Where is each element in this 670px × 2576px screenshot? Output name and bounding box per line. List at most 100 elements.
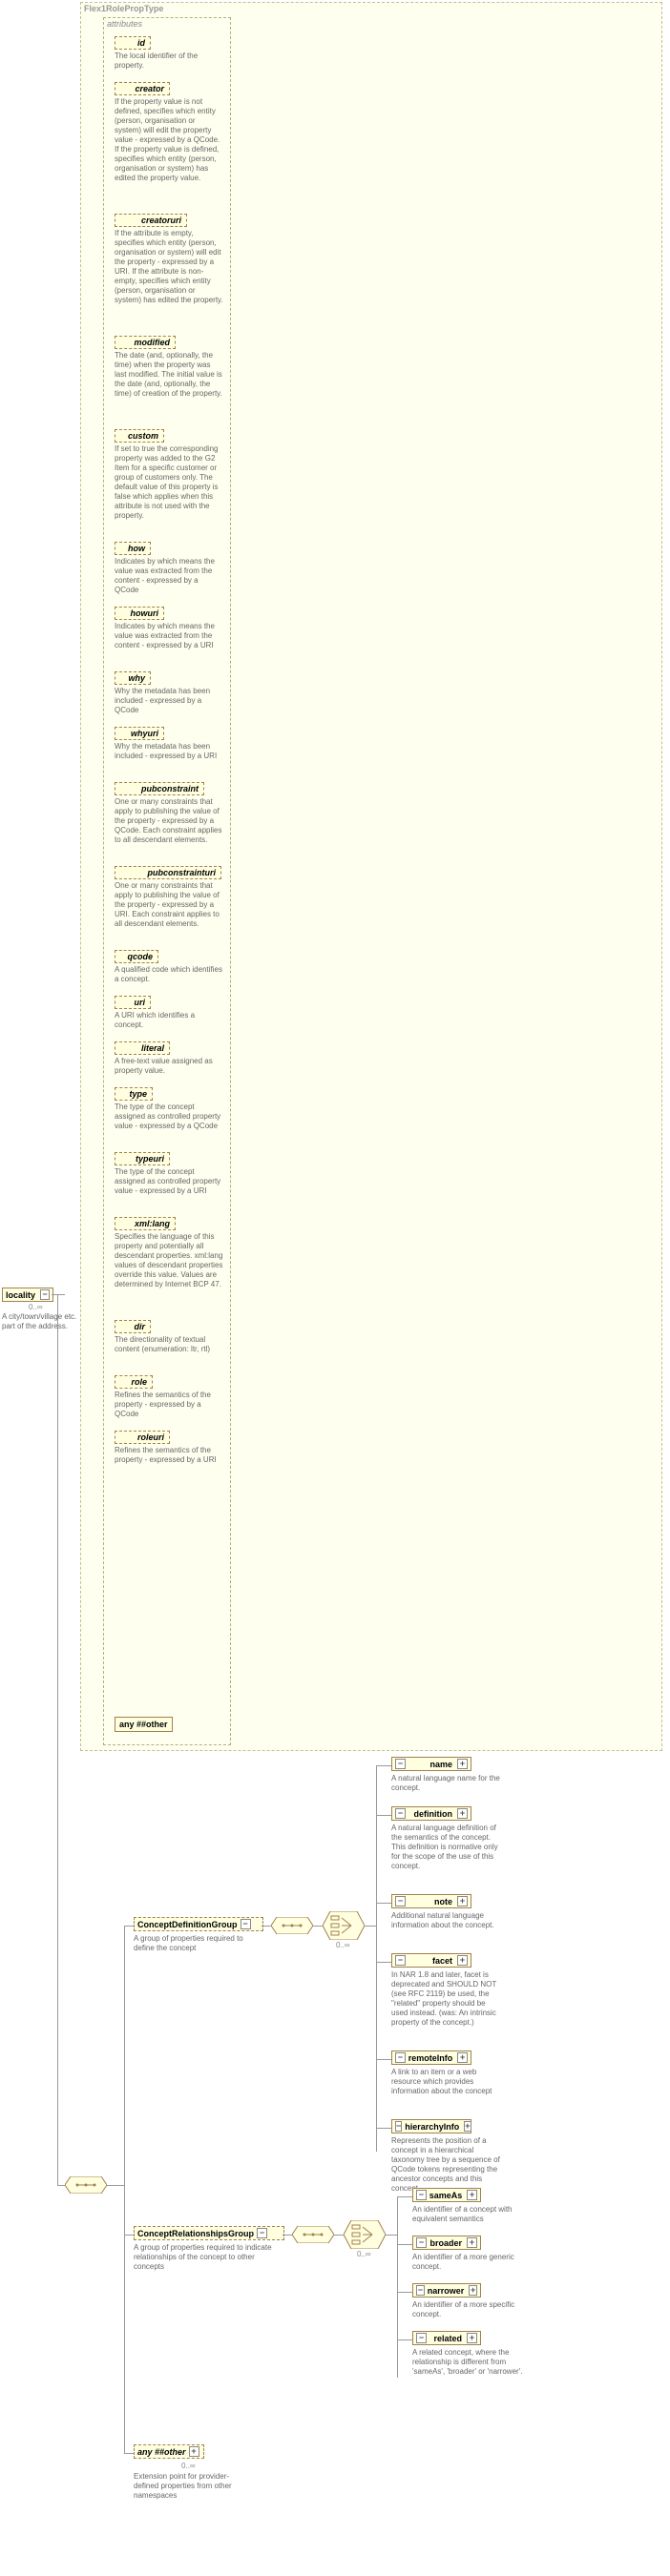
any-other-occ: 0..∞: [181, 2462, 196, 2470]
attr-label: modified: [135, 338, 171, 347]
element-remoteInfo: −remoteInfo+: [391, 2050, 471, 2065]
expand-icon[interactable]: −: [40, 1289, 50, 1300]
attr-desc: The type of the concept assigned as cont…: [115, 1167, 223, 1196]
group-concept-definition: ConceptDefinitionGroup−: [134, 1917, 263, 1931]
expand-icon[interactable]: +: [467, 2237, 477, 2248]
el-desc: A related concept, where the relationshi…: [412, 2348, 525, 2377]
expand-icon[interactable]: +: [467, 2333, 477, 2343]
attr-label: why: [128, 673, 145, 683]
element-sameAs: −sameAs +: [412, 2188, 481, 2202]
locality-desc: A city/town/village etc. part of the add…: [2, 1312, 78, 1331]
attr-whyuri: whyuri: [115, 727, 164, 740]
attr-label: pubconstrainturi: [148, 868, 217, 877]
el-desc: An identifier of a more generic concept.: [412, 2253, 525, 2272]
expand-icon[interactable]: −: [257, 2228, 267, 2238]
collapse-icon[interactable]: −: [395, 1808, 406, 1819]
expand-icon[interactable]: +: [457, 1808, 468, 1819]
attr-desc: If the attribute is empty, specifies whi…: [115, 229, 223, 305]
el-desc: Represents the position of a concept in …: [391, 2136, 504, 2194]
attr-typeuri: typeuri: [115, 1152, 170, 1165]
any-other-label: any ##other: [137, 2447, 186, 2457]
attr-pubconstraint: pubconstraint: [115, 782, 204, 795]
attr-uri: uri: [115, 996, 151, 1009]
attr-creatoruri: creatoruri: [115, 214, 187, 227]
collapse-icon[interactable]: −: [395, 2052, 406, 2063]
el-label: definition: [414, 1809, 453, 1819]
expand-icon[interactable]: +: [467, 2190, 477, 2200]
element-narrower: −narrower +: [412, 2283, 481, 2298]
el-label: narrower: [428, 2286, 465, 2296]
el-desc: In NAR 1.8 and later, facet is deprecate…: [391, 1970, 504, 2028]
cdg-desc: A group of properties required to define…: [134, 1934, 262, 1953]
attr-qcode: qcode: [115, 950, 158, 963]
expand-icon[interactable]: +: [189, 2446, 199, 2457]
expand-icon[interactable]: +: [457, 1955, 468, 1966]
expand-icon[interactable]: −: [241, 1919, 251, 1929]
attr-desc: A free-text value assigned as property v…: [115, 1057, 223, 1076]
el-desc: A natural language definition of the sem…: [391, 1824, 504, 1871]
el-label: hierarchyInfo: [405, 2122, 459, 2132]
crg-label: ConceptRelationshipsGroup: [137, 2229, 254, 2238]
cdg-choice-occ: 0..∞: [336, 1941, 350, 1949]
collapse-icon[interactable]: −: [416, 2237, 427, 2248]
sequence-crg: [292, 2226, 334, 2243]
attr-id: id: [115, 36, 151, 50]
attr-desc: If the property value is not defined, sp…: [115, 97, 223, 183]
attr-desc: Why the metadata has been included - exp…: [115, 742, 223, 761]
el-label: broader: [429, 2238, 462, 2248]
attr-label: dir: [134, 1322, 145, 1331]
attr-why: why: [115, 671, 151, 685]
attr-label: creatoruri: [141, 216, 181, 225]
attr-type: type: [115, 1087, 153, 1101]
attr-custom: custom: [115, 429, 164, 443]
el-desc: A natural language name for the concept.: [391, 1774, 504, 1793]
attr-dir: dir: [115, 1320, 151, 1333]
attr-roleuri: roleuri: [115, 1431, 170, 1444]
attr-label: pubconstraint: [141, 784, 199, 793]
collapse-icon[interactable]: −: [395, 1759, 406, 1769]
collapse-icon[interactable]: −: [395, 2121, 402, 2132]
attr-creator: creator: [115, 82, 170, 95]
el-label: sameAs: [429, 2191, 463, 2200]
attr-role: role: [115, 1375, 153, 1389]
element-note: −note+: [391, 1894, 471, 1908]
expand-icon[interactable]: +: [464, 2121, 471, 2132]
attr-pubconstrainturi: pubconstrainturi: [115, 866, 221, 879]
attr-label: qcode: [127, 952, 153, 961]
collapse-icon[interactable]: −: [395, 1955, 406, 1966]
collapse-icon[interactable]: −: [416, 2333, 427, 2343]
collapse-icon[interactable]: −: [416, 2285, 425, 2296]
attr-modified: modified: [115, 336, 176, 349]
attr-desc: Indicates by which means the value was e…: [115, 557, 223, 595]
attr-group-label: attributes: [107, 19, 142, 29]
el-desc: An identifier of a concept with equivale…: [412, 2205, 525, 2224]
sequence-cdg: [271, 1917, 313, 1934]
expand-icon[interactable]: +: [457, 1896, 468, 1906]
element-name: −name+: [391, 1757, 471, 1771]
crg-choice-occ: 0..∞: [357, 2250, 371, 2258]
attr-desc: The date (and, optionally, the time) whe…: [115, 351, 223, 399]
expand-icon[interactable]: +: [457, 2052, 468, 2063]
collapse-icon[interactable]: −: [416, 2190, 427, 2200]
cdg-label: ConceptDefinitionGroup: [137, 1920, 238, 1929]
element-hierarchyInfo: −hierarchyInfo +: [391, 2119, 471, 2133]
attr-label: whyuri: [131, 729, 158, 738]
crg-desc: A group of properties required to indica…: [134, 2243, 283, 2272]
attr-label: creator: [135, 84, 164, 93]
element-related: −related+: [412, 2331, 481, 2345]
el-label: facet: [432, 1956, 452, 1966]
attr-desc: Refines the semantics of the property - …: [115, 1391, 223, 1419]
any-other-desc: Extension point for provider-defined pro…: [134, 2472, 248, 2501]
group-concept-relationships: ConceptRelationshipsGroup−: [134, 2226, 284, 2240]
attr-how: how: [115, 542, 151, 555]
collapse-icon[interactable]: −: [395, 1896, 406, 1906]
attr-desc: The directionality of textual content (e…: [115, 1335, 223, 1354]
attr-desc: One or many constraints that apply to pu…: [115, 881, 223, 929]
wildcard-element: any ##other+: [134, 2444, 204, 2459]
attr-label: type: [129, 1089, 147, 1099]
attr-label: how: [128, 544, 145, 553]
attr-desc: The local identifier of the property.: [115, 52, 223, 71]
expand-icon[interactable]: +: [469, 2285, 477, 2296]
expand-icon[interactable]: +: [457, 1759, 468, 1769]
attr-desc: A qualified code which identifies a conc…: [115, 965, 223, 984]
